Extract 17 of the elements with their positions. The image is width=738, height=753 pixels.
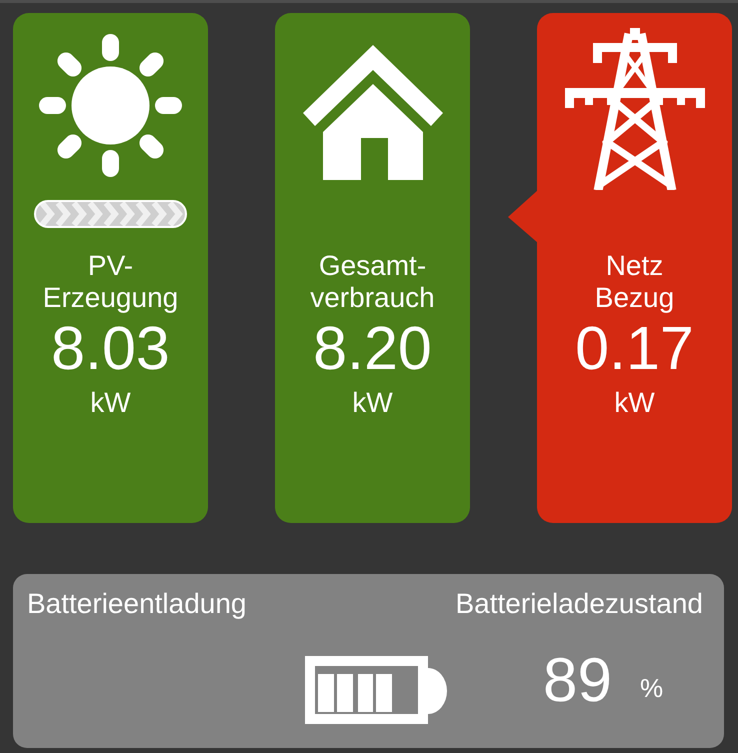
power-value: 8.20 bbox=[313, 318, 432, 379]
discharge-label: Batterieentladung bbox=[27, 588, 247, 620]
percent-unit: % bbox=[640, 675, 664, 701]
unit-label: kW bbox=[352, 387, 393, 419]
power-value: 8.03 bbox=[51, 318, 170, 379]
house-icon bbox=[302, 45, 442, 180]
unit-label: kW bbox=[614, 387, 655, 419]
tile-label: Gesamt- verbrauch bbox=[310, 250, 435, 314]
battery-icon bbox=[305, 656, 447, 724]
charge-value: 89 bbox=[543, 650, 612, 712]
tile-label: Netz Bezug bbox=[594, 250, 674, 314]
unit-label: kW bbox=[90, 387, 131, 419]
sun-icon bbox=[38, 33, 183, 178]
power-pylon-icon bbox=[564, 28, 704, 190]
charge-state-label: Batterieladezustand bbox=[455, 588, 703, 620]
power-value: 0.17 bbox=[575, 318, 694, 379]
tile-label: PV- Erzeugung bbox=[42, 250, 178, 314]
